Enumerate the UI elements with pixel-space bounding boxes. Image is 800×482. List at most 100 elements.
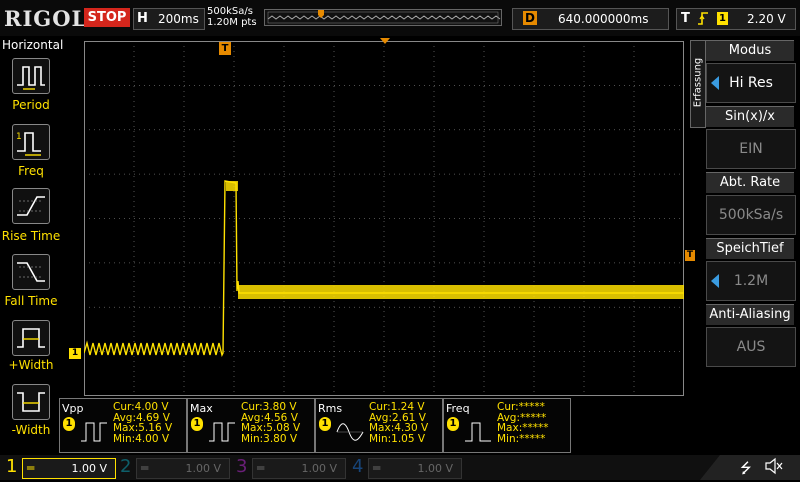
- measurement-channel: 1: [447, 417, 459, 431]
- measurement-max: Max:5.16 V: [113, 422, 173, 434]
- menu-side-tab: Erfassung: [690, 40, 706, 128]
- sample-rate-title: Abt. Rate: [706, 172, 794, 193]
- neg-width-button[interactable]: [12, 384, 50, 420]
- channel-1-scale-box[interactable]: ═ 1.00 V: [22, 458, 116, 479]
- trigger-key: T: [681, 11, 690, 26]
- channel-bar: 1 ═ 1.00 V 2 ═ 1.00 V 3 ═ 1.00 V 4 ═ 1.0…: [0, 455, 800, 480]
- measurement-vpp[interactable]: Vpp 1 Cur:4.00 V Avg:4.69 V Max:5.16 V M…: [59, 398, 187, 453]
- period-label: Period: [12, 98, 50, 112]
- rise-time-button[interactable]: [12, 188, 50, 224]
- measurement-cur: Cur:4.00 V: [113, 401, 169, 413]
- dc-coupling-icon: ═: [27, 461, 35, 475]
- dc-coupling-icon: ═: [141, 461, 149, 475]
- sample-rate-value[interactable]: 500kSa/s: [706, 195, 796, 235]
- usb-icon: ⭍: [740, 461, 752, 477]
- memory-depth-value[interactable]: 1.2M: [706, 261, 796, 301]
- timebase-box[interactable]: H 200ms: [133, 8, 205, 30]
- dc-coupling-icon: ═: [257, 461, 265, 475]
- rising-edge-icon: [697, 11, 709, 30]
- channel-2-scale: 1.00 V: [185, 462, 221, 475]
- pos-width-icon: [17, 328, 45, 348]
- brand-logo: RIGOL: [4, 6, 88, 31]
- modus-title: Modus: [706, 40, 794, 61]
- memory-points: 1.20M pts: [207, 17, 257, 28]
- sinx-title: Sin(x)/x: [706, 106, 794, 127]
- measurement-cur: Cur:3.80 V: [241, 401, 297, 413]
- neg-width-icon: [17, 392, 45, 412]
- measurement-name: Vpp: [62, 402, 84, 415]
- dc-coupling-icon: ═: [373, 461, 381, 475]
- channel-1-number[interactable]: 1: [6, 456, 17, 477]
- freq-label: Freq: [18, 164, 44, 178]
- max-icon: [209, 422, 235, 442]
- selector-left-icon: [711, 76, 719, 90]
- measurement-max[interactable]: Max 1 Cur:3.80 V Avg:4.56 V Max:5.08 V M…: [187, 398, 315, 453]
- measurement-channel: 1: [191, 417, 203, 431]
- fall-time-label: Fall Time: [4, 294, 58, 308]
- trigger-level-marker[interactable]: T: [685, 250, 695, 261]
- rise-time-icon: [17, 196, 45, 216]
- measurement-name: Rms: [318, 402, 343, 415]
- center-marker: [380, 38, 390, 44]
- freq-icon: 1: [16, 132, 41, 156]
- fall-time-icon: [17, 262, 45, 282]
- channel-1-ground-marker[interactable]: 1: [69, 348, 81, 359]
- channel-4-scale-box[interactable]: ═ 1.00 V: [368, 458, 462, 479]
- measurement-min: Min:3.80 V: [241, 432, 298, 445]
- measurement-rms[interactable]: Rms 1 Cur:1.24 V Avg:2.61 V Max:4.30 V M…: [315, 398, 443, 453]
- menu-title: Erfassung: [692, 57, 704, 108]
- measurement-max: Max:5.08 V: [241, 422, 301, 434]
- channel-3-scale-box[interactable]: ═ 1.00 V: [252, 458, 346, 479]
- period-button[interactable]: [12, 58, 50, 94]
- channel-2-number[interactable]: 2: [120, 456, 131, 477]
- delay-box[interactable]: D 640.000000ms: [512, 8, 669, 30]
- timebase-value: 200ms: [158, 12, 199, 26]
- pos-width-button[interactable]: [12, 320, 50, 356]
- freq-button[interactable]: 1: [12, 124, 50, 160]
- anti-aliasing-value[interactable]: AUS: [706, 327, 796, 367]
- measurement-freq[interactable]: Freq 1 Cur:***** Avg:***** Max:***** Min…: [443, 398, 571, 453]
- sample-rate: 500kSa/s: [207, 6, 253, 17]
- measurement-channel: 1: [63, 417, 75, 431]
- rms-icon: [336, 423, 364, 441]
- timebase-key: H: [137, 11, 148, 26]
- trigger-level: 2.20 V: [747, 12, 786, 26]
- measurement-channel: 1: [319, 417, 331, 431]
- selector-left-icon: [711, 274, 719, 288]
- trigger-source: 1: [717, 12, 728, 25]
- measurement-name: Max: [190, 402, 213, 415]
- measure-menu-title: Horizontal: [2, 38, 64, 52]
- measurement-min: Min:1.05 V: [369, 432, 426, 445]
- measurement-cur: Cur:*****: [497, 401, 545, 413]
- channel-3-scale: 1.00 V: [301, 462, 337, 475]
- sampling-info: 500kSa/s 1.20M pts: [207, 6, 257, 28]
- measurement-max: Max:4.30 V: [369, 422, 429, 434]
- freq-measure-icon: [465, 422, 491, 442]
- fall-time-button[interactable]: [12, 254, 50, 290]
- run-stop-indicator[interactable]: STOP: [84, 8, 130, 27]
- trigger-position-marker[interactable]: T: [219, 42, 231, 55]
- memory-depth-title: SpeichTief: [706, 238, 794, 259]
- vpp-icon: [81, 422, 107, 442]
- measurement-min: Min:*****: [497, 432, 546, 445]
- channel-3-number[interactable]: 3: [236, 456, 247, 477]
- sinx-value[interactable]: EIN: [706, 129, 796, 169]
- waveform-display[interactable]: [84, 41, 684, 396]
- measurement-cur: Cur:1.24 V: [369, 401, 425, 413]
- channel-2-scale-box[interactable]: ═ 1.00 V: [136, 458, 230, 479]
- channel-4-scale: 1.00 V: [417, 462, 453, 475]
- neg-width-label: -Width: [11, 423, 51, 437]
- speaker-muted-icon[interactable]: [764, 457, 784, 478]
- channel-1-scale: 1.00 V: [71, 462, 107, 475]
- modus-value[interactable]: Hi Res: [706, 63, 796, 103]
- measurement-name: Freq: [446, 402, 470, 415]
- anti-aliasing-title: Anti-Aliasing: [706, 304, 794, 325]
- delay-key: D: [523, 11, 537, 25]
- waveform-memory-track[interactable]: [264, 9, 502, 26]
- period-icon: [17, 66, 45, 90]
- trigger-box[interactable]: T 1 2.20 V: [676, 8, 796, 30]
- svg-text:1: 1: [16, 132, 22, 142]
- channel-4-number[interactable]: 4: [352, 456, 363, 477]
- measurement-min: Min:4.00 V: [113, 432, 170, 445]
- delay-value: 640.000000ms: [558, 12, 649, 26]
